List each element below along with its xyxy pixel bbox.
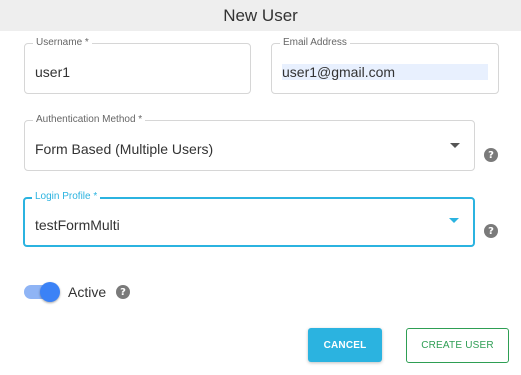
chevron-down-icon[interactable]	[450, 143, 460, 148]
create-user-button[interactable]: CREATE USER	[406, 328, 509, 363]
dialog-title: New User	[223, 5, 298, 25]
dialog-title-bar: New User	[0, 0, 521, 31]
email-input[interactable]: user1@gmail.com	[282, 64, 488, 80]
email-label: Email Address	[280, 37, 350, 49]
active-toggle-knob[interactable]	[40, 282, 60, 302]
username-label: Username *	[33, 37, 92, 49]
help-icon[interactable]: ?	[116, 285, 130, 299]
auth-method-select[interactable]: Authentication Method * Form Based (Mult…	[24, 114, 475, 171]
login-profile-label: Login Profile *	[32, 191, 101, 203]
auth-method-value: Form Based (Multiple Users)	[35, 141, 214, 157]
help-icon[interactable]: ?	[484, 148, 498, 162]
login-profile-select[interactable]: Login Profile * testFormMulti	[23, 191, 475, 247]
username-input[interactable]: user1	[35, 64, 70, 80]
help-icon[interactable]: ?	[484, 224, 498, 238]
cancel-button[interactable]: CANCEL	[308, 328, 382, 362]
auth-method-label: Authentication Method *	[33, 114, 146, 126]
username-field[interactable]: Username * user1	[24, 37, 251, 94]
chevron-down-icon[interactable]	[449, 218, 459, 223]
email-field[interactable]: Email Address user1@gmail.com	[271, 37, 499, 94]
active-label: Active	[68, 284, 107, 300]
login-profile-value: testFormMulti	[35, 217, 120, 233]
